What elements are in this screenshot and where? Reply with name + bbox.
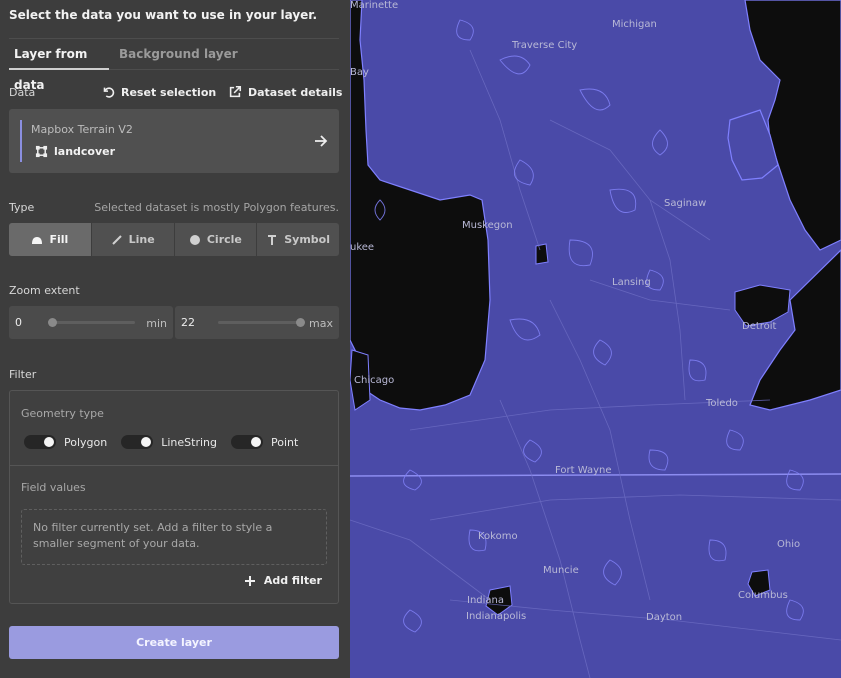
map-label-muncie: Muncie xyxy=(543,565,579,576)
linestring-switch[interactable] xyxy=(121,435,154,449)
circle-icon xyxy=(189,234,200,245)
zoom-min-control[interactable]: 0 min xyxy=(9,306,173,339)
source-accent-bar xyxy=(20,120,22,162)
map-label-columbus: Columbus xyxy=(738,590,788,601)
line-icon xyxy=(111,234,122,245)
undo-icon xyxy=(103,87,115,98)
zoom-max-unit: max xyxy=(309,317,333,330)
map-label-kokomo: Kokomo xyxy=(478,531,518,542)
add-filter-button[interactable]: Add filter xyxy=(244,574,322,587)
type-fill-label: Fill xyxy=(49,233,69,246)
filter-divider xyxy=(10,465,338,466)
layer-panel: Select the data you want to use in your … xyxy=(0,0,350,678)
toggle-point-label: Point xyxy=(271,435,299,449)
fill-icon xyxy=(32,236,43,244)
zoom-min-unit: min xyxy=(146,317,167,330)
map-label-chicago: Chicago xyxy=(354,375,395,386)
dataset-details-button[interactable]: Dataset details xyxy=(228,84,342,100)
arrow-right-icon[interactable] xyxy=(313,133,329,149)
source-layer: landcover xyxy=(35,145,115,158)
type-line-label: Line xyxy=(128,233,155,246)
geometry-type-label: Geometry type xyxy=(21,407,104,420)
zoom-max-track[interactable] xyxy=(218,321,302,324)
map-view[interactable]: Marinette Michigan Traverse City Bay Sag… xyxy=(350,0,841,678)
map-label-toledo: Toledo xyxy=(706,398,738,409)
zoom-max-handle[interactable] xyxy=(296,318,305,327)
type-fill-button[interactable]: Fill xyxy=(9,223,91,256)
create-layer-button[interactable]: Create layer xyxy=(9,626,339,659)
reset-selection-button[interactable]: Reset selection xyxy=(101,84,216,100)
source-provider: Mapbox Terrain V2 xyxy=(31,123,133,136)
tab-layer-from-data[interactable]: Layer from data xyxy=(9,39,109,92)
type-hint: Selected dataset is mostly Polygon featu… xyxy=(94,201,339,214)
point-switch[interactable] xyxy=(231,435,263,449)
type-symbol-button[interactable]: Symbol xyxy=(256,223,339,256)
plus-icon xyxy=(244,575,255,586)
map-canvas[interactable] xyxy=(350,0,841,678)
map-label-muskegon: Muskegon xyxy=(462,220,513,231)
external-link-icon xyxy=(229,85,242,98)
map-label-indiana: Indiana xyxy=(467,595,505,606)
zoom-min-track[interactable] xyxy=(51,321,135,324)
zoom-min-handle[interactable] xyxy=(48,318,57,327)
map-label-michigan: Michigan xyxy=(612,19,657,30)
dataset-details-label: Dataset details xyxy=(248,85,343,99)
type-circle-button[interactable]: Circle xyxy=(173,223,257,256)
map-label-milwaukee: ukee xyxy=(350,242,375,253)
panel-heading: Select the data you want to use in your … xyxy=(9,8,318,22)
geometry-toggles: Polygon LineString Point xyxy=(24,435,298,449)
map-label-marinette: Marinette xyxy=(350,0,399,11)
type-circle-label: Circle xyxy=(206,233,242,246)
tab-bar: Layer from data Background layer xyxy=(9,38,339,92)
zoom-max-value[interactable]: 22 xyxy=(181,316,195,329)
toggle-linestring-label: LineString xyxy=(161,435,217,449)
map-label-detroit: Detroit xyxy=(742,321,777,332)
map-label-dayton: Dayton xyxy=(646,612,683,623)
tab-background-layer[interactable]: Background layer xyxy=(119,39,238,70)
map-label-ohio: Ohio xyxy=(777,539,801,550)
data-source-card[interactable]: Mapbox Terrain V2 landcover xyxy=(9,109,339,173)
type-label: Type xyxy=(9,201,35,214)
toggle-point[interactable]: Point xyxy=(231,435,298,449)
filter-box: Geometry type Polygon LineString Point F… xyxy=(9,390,339,604)
map-label-saginaw: Saginaw xyxy=(664,198,707,209)
filter-label: Filter xyxy=(9,368,37,381)
toggle-linestring[interactable]: LineString xyxy=(121,435,217,449)
type-line-button[interactable]: Line xyxy=(90,223,174,256)
toggle-polygon-label: Polygon xyxy=(64,435,108,449)
polygon-icon xyxy=(35,145,48,158)
map-label-bay: Bay xyxy=(350,67,369,78)
map-label-indianapolis: Indianapolis xyxy=(466,611,527,622)
reset-selection-label: Reset selection xyxy=(121,85,217,99)
zoom-min-value[interactable]: 0 xyxy=(15,316,22,329)
map-label-fort-wayne: Fort Wayne xyxy=(555,465,612,476)
empty-filter-message: No filter currently set. Add a filter to… xyxy=(21,509,327,565)
map-label-lansing: Lansing xyxy=(612,277,651,288)
source-layer-name: landcover xyxy=(54,145,116,158)
type-selector: Fill Line Circle Symbol xyxy=(9,223,339,256)
data-label: Data xyxy=(9,86,36,99)
polygon-switch[interactable] xyxy=(24,435,56,449)
zoom-label: Zoom extent xyxy=(9,284,80,297)
grand-rapids-urban xyxy=(535,243,549,265)
field-values-label: Field values xyxy=(21,481,86,494)
zoom-max-control[interactable]: 22 max xyxy=(175,306,339,339)
map-label-traverse-city: Traverse City xyxy=(512,40,578,51)
text-icon xyxy=(268,234,277,245)
toggle-polygon[interactable]: Polygon xyxy=(24,435,107,449)
add-filter-label: Add filter xyxy=(263,574,322,587)
type-symbol-label: Symbol xyxy=(284,233,330,246)
